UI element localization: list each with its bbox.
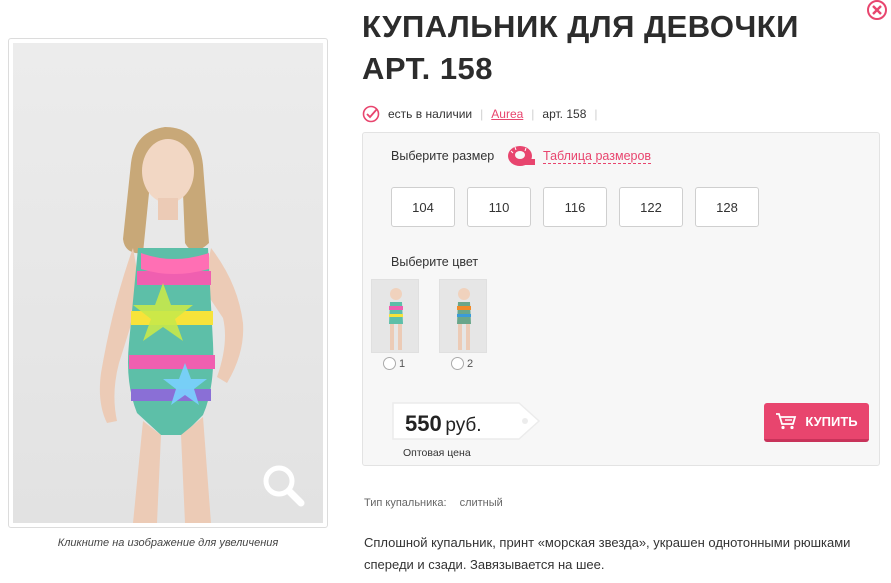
- article-number: арт. 158: [542, 107, 587, 121]
- size-selector: 104 110 116 122 128: [391, 187, 759, 227]
- divider: |: [594, 107, 598, 121]
- product-image-frame: [8, 38, 328, 528]
- product-photo[interactable]: [13, 43, 323, 523]
- color-swatch-2[interactable]: [439, 279, 489, 353]
- magnifier-icon[interactable]: [259, 461, 307, 509]
- color-option-label: 2: [467, 357, 474, 370]
- radio-button[interactable]: [451, 357, 464, 370]
- color-swatch-1[interactable]: [371, 279, 421, 353]
- size-label: Выберите размер: [391, 149, 495, 163]
- color-radio-2[interactable]: 2: [451, 357, 473, 370]
- divider: |: [531, 107, 535, 121]
- buy-button[interactable]: КУПИТЬ: [764, 403, 869, 442]
- property-label: Тип купальника:: [364, 497, 447, 509]
- measuring-tape-icon: [508, 146, 535, 166]
- size-option[interactable]: 104: [391, 187, 455, 227]
- color-option-label: 1: [399, 357, 406, 370]
- size-option[interactable]: 128: [695, 187, 759, 227]
- check-circle-icon: [362, 105, 380, 123]
- availability-status: есть в наличии: [388, 107, 473, 121]
- buy-button-label: КУПИТЬ: [805, 413, 858, 429]
- product-description: Сплошной купальник, принт «морская звезд…: [364, 535, 851, 572]
- swatch-thumbnail: [372, 280, 418, 352]
- swatch-thumbnail: [440, 280, 486, 352]
- size-option[interactable]: 122: [619, 187, 683, 227]
- price-amount: 550: [405, 411, 442, 436]
- price: 550 руб.: [405, 411, 482, 437]
- purchase-options: Выберите размер Таблица размеров 104 110…: [362, 132, 880, 466]
- color-label: Выберите цвет: [391, 255, 479, 269]
- girl-swimsuit-illustration: [99, 127, 244, 523]
- brand-link[interactable]: Aurea: [491, 107, 523, 121]
- product-property: Тип купальника: слитный: [364, 497, 503, 509]
- product-meta: есть в наличии | Aurea | арт. 158 |: [362, 104, 606, 124]
- price-currency: руб.: [445, 415, 482, 436]
- size-option[interactable]: 110: [467, 187, 531, 227]
- property-value: слитный: [459, 497, 503, 509]
- cart-icon: [776, 413, 797, 430]
- price-note: Оптовая цена: [403, 447, 471, 459]
- divider: |: [480, 107, 484, 121]
- radio-button[interactable]: [383, 357, 396, 370]
- color-radio-1[interactable]: 1: [383, 357, 405, 370]
- close-icon[interactable]: [867, 0, 887, 20]
- image-caption: Кликните на изображение для увеличения: [57, 537, 279, 549]
- size-table-link[interactable]: Таблица размеров: [543, 149, 652, 164]
- page-title: КУПАЛЬНИК ДЛЯ ДЕВОЧКИ АРТ. 158: [362, 9, 799, 86]
- size-option[interactable]: 116: [543, 187, 607, 227]
